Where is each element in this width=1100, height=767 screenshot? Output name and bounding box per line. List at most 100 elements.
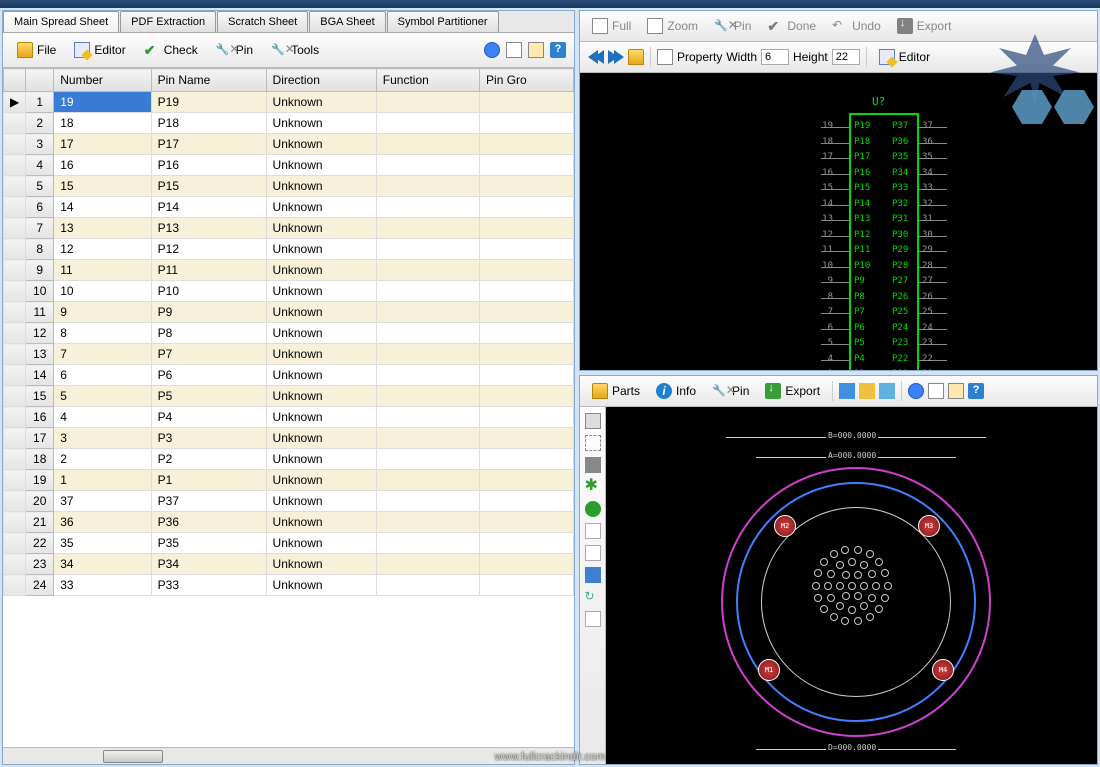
cell-pinname[interactable]: P37 — [151, 491, 266, 512]
cell-pinname[interactable]: P35 — [151, 533, 266, 554]
marquee-tool-icon[interactable] — [585, 435, 601, 451]
cell-grp[interactable] — [480, 281, 574, 302]
cell-pinname[interactable]: P10 — [151, 281, 266, 302]
cell-grp[interactable] — [480, 302, 574, 323]
column-header[interactable]: Direction — [266, 69, 376, 92]
move-tool-icon[interactable] — [585, 567, 601, 583]
cell-pinname[interactable]: P19 — [151, 92, 266, 113]
table-row[interactable]: 2334P34Unknown — [4, 554, 574, 575]
cell-grp[interactable] — [480, 176, 574, 197]
cell-pinname[interactable]: P1 — [151, 470, 266, 491]
row-index[interactable]: 18 — [26, 449, 54, 470]
row-index[interactable]: 22 — [26, 533, 54, 554]
cell-direction[interactable]: Unknown — [266, 155, 376, 176]
editor-menu[interactable]: Editor — [68, 39, 131, 61]
cell-pinname[interactable]: P8 — [151, 323, 266, 344]
cell-grp[interactable] — [480, 491, 574, 512]
table-row[interactable]: 146P6Unknown — [4, 365, 574, 386]
cell-direction[interactable]: Unknown — [266, 197, 376, 218]
table-row[interactable]: 128P8Unknown — [4, 323, 574, 344]
row-index[interactable]: 9 — [26, 260, 54, 281]
cell-pinname[interactable]: P9 — [151, 302, 266, 323]
cell-number[interactable]: 15 — [54, 176, 151, 197]
table-row[interactable]: 812P12Unknown — [4, 239, 574, 260]
row-index[interactable]: 3 — [26, 134, 54, 155]
table-row[interactable]: 173P3Unknown — [4, 428, 574, 449]
pin-grid[interactable]: NumberPin NameDirectionFunctionPin Gro▶1… — [3, 68, 574, 747]
symbol-canvas[interactable]: U? CIRCONN CIRCONN CIRCONN0C0P0X0_4191X3… — [580, 73, 1097, 370]
cell-number[interactable]: 8 — [54, 323, 151, 344]
cell-number[interactable]: 3 — [54, 428, 151, 449]
cell-number[interactable]: 18 — [54, 113, 151, 134]
cell-direction[interactable]: Unknown — [266, 176, 376, 197]
fp-tool6-icon[interactable] — [948, 383, 964, 399]
row-index[interactable]: 4 — [26, 155, 54, 176]
width-input[interactable] — [761, 49, 789, 65]
cell-number[interactable]: 4 — [54, 407, 151, 428]
column-header[interactable] — [4, 69, 26, 92]
grid-tool-icon[interactable] — [585, 457, 601, 473]
row-index[interactable]: 20 — [26, 491, 54, 512]
table-row[interactable]: 164P4Unknown — [4, 407, 574, 428]
column-header[interactable]: Number — [54, 69, 151, 92]
table-row[interactable]: 2136P36Unknown — [4, 512, 574, 533]
table-row[interactable]: 713P13Unknown — [4, 218, 574, 239]
fp-tool4-icon[interactable] — [908, 383, 924, 399]
row-index[interactable]: 24 — [26, 575, 54, 596]
cell-number[interactable]: 37 — [54, 491, 151, 512]
cell-direction[interactable]: Unknown — [266, 344, 376, 365]
table-row[interactable]: 218P18Unknown — [4, 113, 574, 134]
cell-grp[interactable] — [480, 449, 574, 470]
zoom-button[interactable]: Zoom — [641, 15, 704, 37]
cell-func[interactable] — [376, 218, 479, 239]
cell-pinname[interactable]: P12 — [151, 239, 266, 260]
fp-pin-button[interactable]: Pin — [706, 380, 755, 402]
cell-grp[interactable] — [480, 386, 574, 407]
cell-grp[interactable] — [480, 428, 574, 449]
cell-direction[interactable]: Unknown — [266, 470, 376, 491]
export-button[interactable]: Export — [891, 15, 958, 37]
footprint-canvas[interactable]: B=000.0000 A=000.0000 M1 M2 M3 M4 D=000.… — [606, 407, 1097, 764]
cell-pinname[interactable]: P34 — [151, 554, 266, 575]
cell-number[interactable]: 19 — [54, 92, 151, 113]
table-row[interactable]: 137P7Unknown — [4, 344, 574, 365]
cell-func[interactable] — [376, 428, 479, 449]
cell-number[interactable]: 11 — [54, 260, 151, 281]
cell-pinname[interactable]: P16 — [151, 155, 266, 176]
rotate-tool-icon[interactable]: ↻ — [585, 589, 601, 605]
table-row[interactable]: 614P14Unknown — [4, 197, 574, 218]
cell-grp[interactable] — [480, 470, 574, 491]
cell-number[interactable]: 17 — [54, 134, 151, 155]
horizontal-scrollbar[interactable] — [3, 747, 574, 764]
cell-direction[interactable]: Unknown — [266, 491, 376, 512]
cell-number[interactable]: 14 — [54, 197, 151, 218]
cell-func[interactable] — [376, 554, 479, 575]
row-index[interactable]: 23 — [26, 554, 54, 575]
row-index[interactable]: 8 — [26, 239, 54, 260]
cell-grp[interactable] — [480, 533, 574, 554]
row-index[interactable]: 1 — [26, 92, 54, 113]
cell-grp[interactable] — [480, 512, 574, 533]
cell-direction[interactable]: Unknown — [266, 365, 376, 386]
cell-func[interactable] — [376, 134, 479, 155]
pin-button[interactable]: Pin — [708, 15, 757, 37]
table-row[interactable]: 2433P33Unknown — [4, 575, 574, 596]
tab-main-spread-sheet[interactable]: Main Spread Sheet — [3, 11, 119, 32]
info-button[interactable]: iInfo — [650, 380, 702, 402]
row-index[interactable]: 14 — [26, 365, 54, 386]
row-index[interactable]: 7 — [26, 218, 54, 239]
cell-direction[interactable]: Unknown — [266, 386, 376, 407]
cell-func[interactable] — [376, 260, 479, 281]
cell-func[interactable] — [376, 512, 479, 533]
fp-tool5-icon[interactable] — [928, 383, 944, 399]
cell-func[interactable] — [376, 197, 479, 218]
cell-direction[interactable]: Unknown — [266, 449, 376, 470]
cell-grp[interactable] — [480, 92, 574, 113]
cell-grp[interactable] — [480, 575, 574, 596]
row-index[interactable]: 13 — [26, 344, 54, 365]
cell-number[interactable]: 34 — [54, 554, 151, 575]
row-index[interactable]: 5 — [26, 176, 54, 197]
cell-number[interactable]: 35 — [54, 533, 151, 554]
cell-func[interactable] — [376, 155, 479, 176]
table-row[interactable]: ▶119P19Unknown — [4, 92, 574, 113]
